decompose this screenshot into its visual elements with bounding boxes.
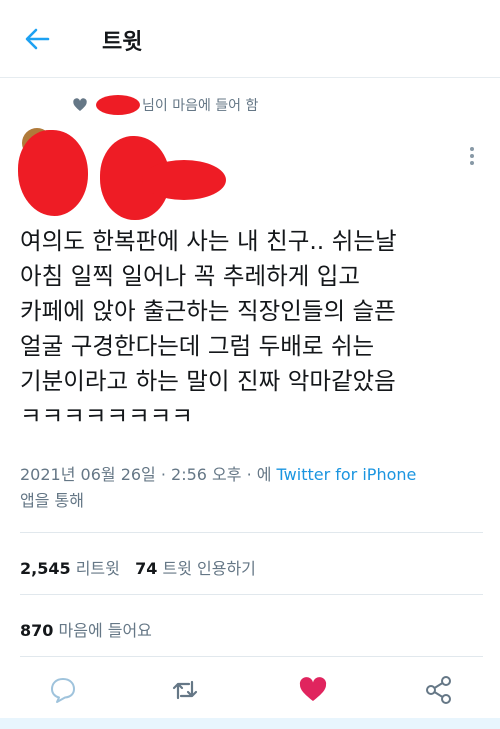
timestamp-text: 2021년 06월 26일 · 2:56 오후 · 에 <box>20 465 277 484</box>
tweet-line: 여의도 한복판에 사는 내 친구.. 쉬는날 <box>20 227 397 255</box>
reply-bar[interactable] <box>0 718 500 729</box>
divider <box>20 532 483 533</box>
more-options-icon[interactable] <box>462 144 482 168</box>
heart-icon <box>73 98 87 111</box>
tweet-line: 기분이라고 하는 말이 진짜 악마같았음 <box>20 367 396 395</box>
tweet-text: 여의도 한복판에 사는 내 친구.. 쉬는날 아침 일찍 일어나 꼭 추레하게 … <box>20 224 490 434</box>
like-heart-icon[interactable] <box>298 674 328 706</box>
retweet-stats: 2,545 리트윗 74 트윗 인용하기 <box>20 555 256 579</box>
tweet-line: 아침 일찍 일어나 꼭 추레하게 입고 <box>20 262 361 290</box>
back-arrow-icon[interactable] <box>22 24 52 54</box>
tweet-line: ㅋㅋㅋㅋㅋㅋㅋㅋ <box>20 402 193 430</box>
quotes-link[interactable]: 74 트윗 인용하기 <box>135 559 256 578</box>
divider <box>20 594 483 595</box>
retweets-count: 2,545 <box>20 559 71 578</box>
tweet-line: 카페에 앉아 출근하는 직장인들의 슬픈 <box>20 297 396 325</box>
source-link[interactable]: Twitter for iPhone <box>277 465 417 484</box>
source-suffix: 앱을 통해 <box>20 491 84 510</box>
retweets-label: 리트윗 <box>75 559 120 578</box>
quotes-label: 트윗 인용하기 <box>162 559 256 578</box>
likes-label: 마음에 들어요 <box>58 621 152 640</box>
retweet-icon[interactable] <box>170 674 200 706</box>
quotes-count: 74 <box>135 559 158 578</box>
likes-link[interactable]: 870 마음에 들어요 <box>20 621 152 640</box>
redacted-author-name[interactable] <box>92 130 232 222</box>
page-title: 트윗 <box>102 30 143 55</box>
tweet-line: 얼굴 구경한다는데 그럼 두배로 쉬는 <box>20 332 375 360</box>
social-context-label: 님이 마음에 들어 함 <box>142 98 259 114</box>
reply-icon[interactable] <box>48 674 78 706</box>
tweet-timestamp: 2021년 06월 26일 · 2:56 오후 · 에 Twitter for … <box>20 462 490 514</box>
divider <box>20 656 483 657</box>
redacted-avatar[interactable] <box>18 124 88 220</box>
share-icon[interactable] <box>424 674 454 706</box>
likes-count: 870 <box>20 621 54 640</box>
redacted-username <box>96 95 140 115</box>
social-context: 님이 마음에 들어 함 <box>72 93 258 117</box>
like-stats: 870 마음에 들어요 <box>20 617 152 641</box>
retweets-link[interactable]: 2,545 리트윗 <box>20 559 120 578</box>
top-bar: 트윗 <box>0 0 500 78</box>
